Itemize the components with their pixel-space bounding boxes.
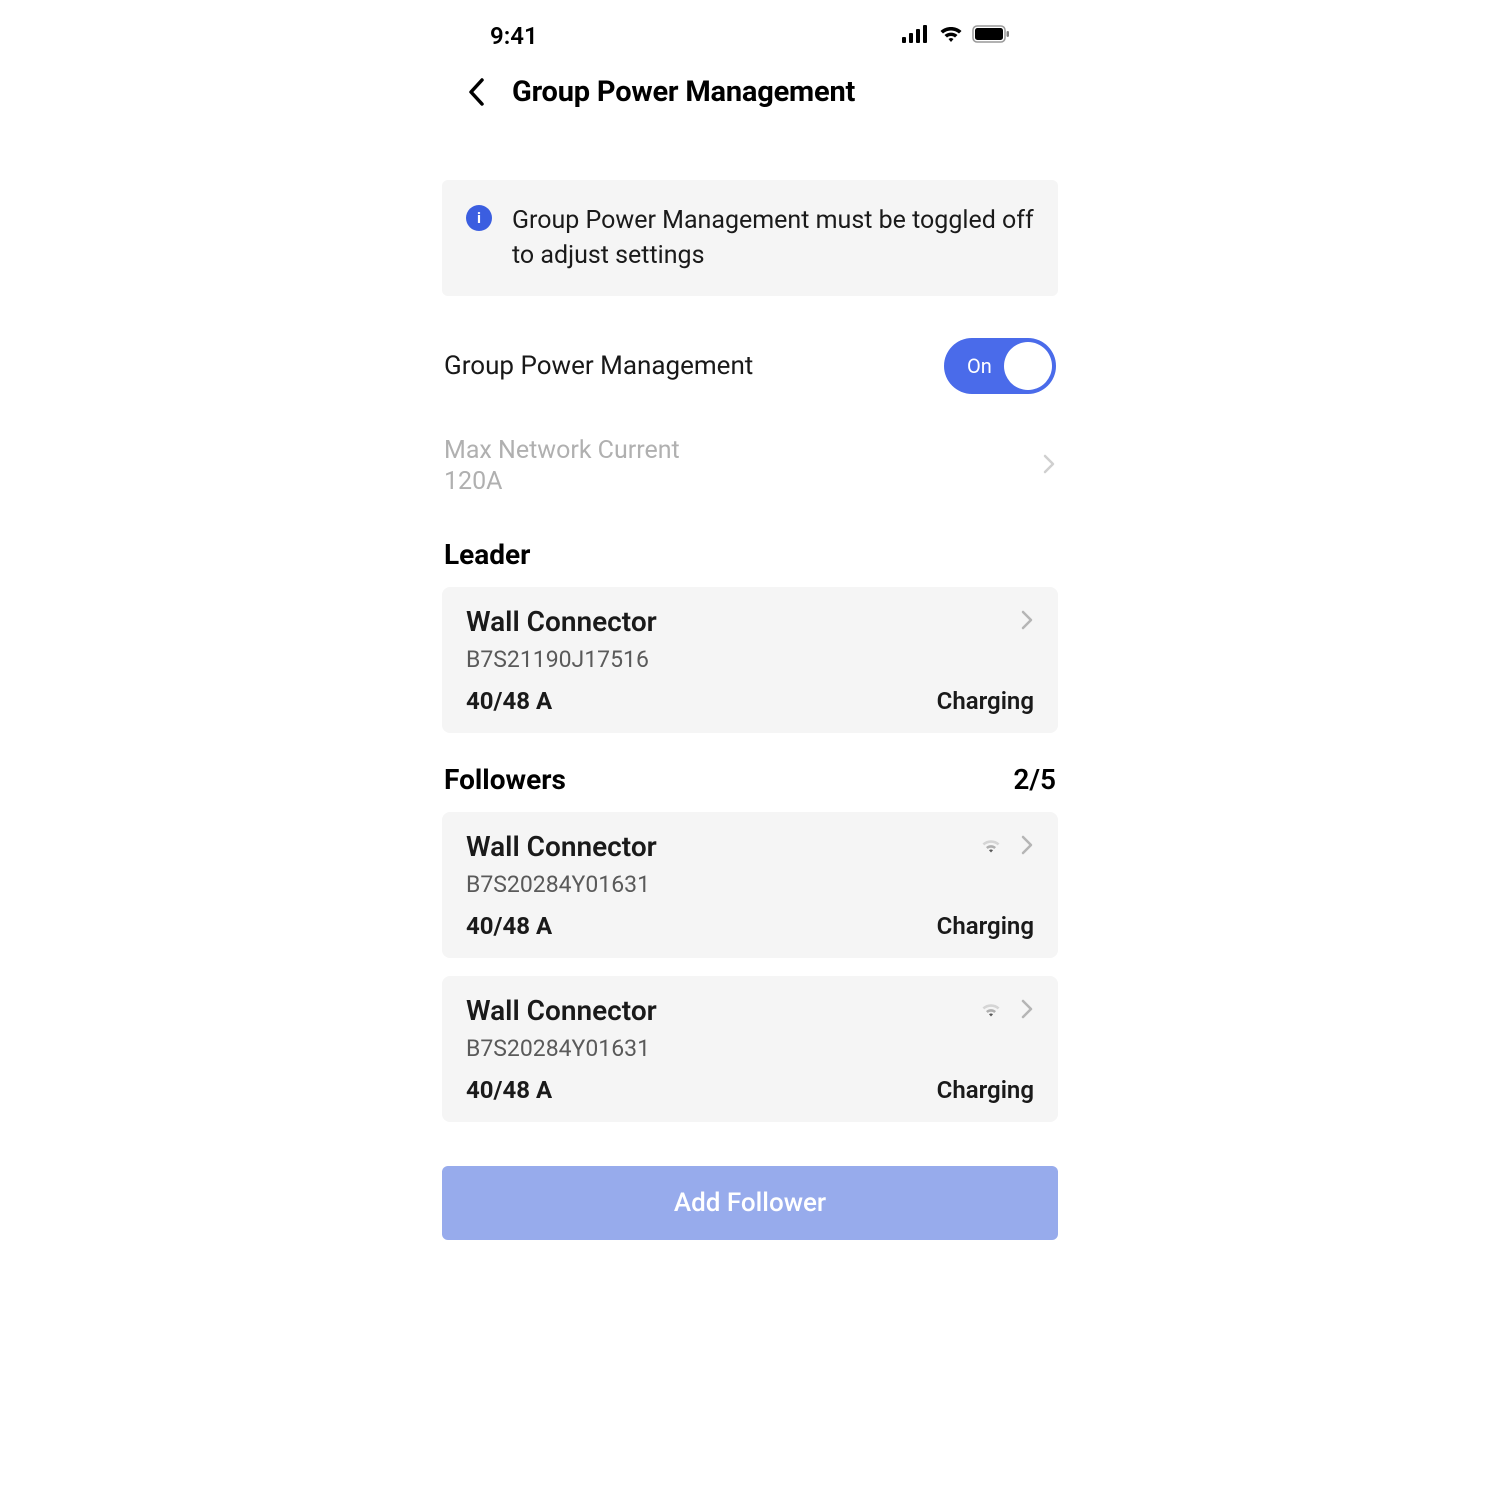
status-icons <box>902 24 1010 48</box>
info-banner: i Group Power Management must be toggled… <box>442 180 1058 296</box>
device-name: Wall Connector <box>466 830 657 863</box>
leader-section-header: Leader <box>440 526 1060 583</box>
device-top-row: Wall Connector <box>466 605 1034 638</box>
followers-count: 2/5 <box>1013 763 1056 796</box>
device-bottom-row: 40/48 A Charging <box>466 912 1034 940</box>
page-title: Group Power Management <box>512 75 855 109</box>
device-icons <box>978 998 1034 1024</box>
battery-icon <box>972 25 1010 47</box>
header: Group Power Management <box>440 74 1060 130</box>
device-status: Charging <box>937 1076 1034 1104</box>
back-button[interactable] <box>458 74 494 110</box>
group-power-toggle-row: Group Power Management On <box>440 324 1060 408</box>
add-follower-label: Add Follower <box>464 1188 1036 1218</box>
device-icons <box>1020 609 1034 635</box>
device-bottom-row: 40/48 A Charging <box>466 687 1034 715</box>
cellular-signal-icon <box>902 25 930 47</box>
wifi-signal-icon <box>978 835 1004 859</box>
chevron-right-icon <box>1020 834 1034 860</box>
device-serial: B7S21190J17516 <box>466 646 1034 673</box>
wifi-signal-icon <box>978 999 1004 1023</box>
device-name: Wall Connector <box>466 605 657 638</box>
chevron-right-icon <box>1042 453 1056 479</box>
device-top-row: Wall Connector <box>466 994 1034 1027</box>
device-top-row: Wall Connector <box>466 830 1034 863</box>
chevron-right-icon <box>1020 609 1034 635</box>
device-status: Charging <box>937 912 1034 940</box>
followers-section-header: Followers 2/5 <box>440 751 1060 808</box>
follower-device-card[interactable]: Wall Connector B7S20284Y01631 40/48 A Ch… <box>442 976 1058 1122</box>
device-icons <box>978 834 1034 860</box>
device-amperage: 40/48 A <box>466 1076 552 1104</box>
chevron-right-icon <box>1020 998 1034 1024</box>
status-bar: 9:41 <box>440 10 1060 74</box>
chevron-left-icon <box>467 77 485 107</box>
device-name: Wall Connector <box>466 994 657 1027</box>
group-power-toggle[interactable]: On <box>944 338 1056 394</box>
toggle-knob <box>1004 342 1052 390</box>
leader-device-card[interactable]: Wall Connector B7S21190J17516 40/48 A Ch… <box>442 587 1058 733</box>
phone-screen: 9:41 Group Power Management i Group Powe… <box>440 10 1060 1260</box>
leader-section-title: Leader <box>444 538 530 571</box>
device-amperage: 40/48 A <box>466 687 552 715</box>
max-network-labels: Max Network Current 120A <box>444 436 680 496</box>
device-serial: B7S20284Y01631 <box>466 871 1034 898</box>
follower-device-card[interactable]: Wall Connector B7S20284Y01631 40/48 A Ch… <box>442 812 1058 958</box>
toggle-state-text: On <box>967 354 992 378</box>
info-text: Group Power Management must be toggled o… <box>512 203 1034 273</box>
device-serial: B7S20284Y01631 <box>466 1035 1034 1062</box>
wifi-icon <box>938 24 964 48</box>
device-status: Charging <box>937 687 1034 715</box>
toggle-label: Group Power Management <box>444 351 753 381</box>
info-icon: i <box>466 205 492 231</box>
max-network-label: Max Network Current <box>444 436 680 465</box>
followers-section-title: Followers <box>444 763 566 796</box>
device-amperage: 40/48 A <box>466 912 552 940</box>
max-network-current-row[interactable]: Max Network Current 120A <box>440 436 1060 526</box>
add-follower-button[interactable]: Add Follower <box>442 1166 1058 1240</box>
status-time: 9:41 <box>490 22 538 50</box>
device-bottom-row: 40/48 A Charging <box>466 1076 1034 1104</box>
max-network-value: 120A <box>444 467 680 496</box>
